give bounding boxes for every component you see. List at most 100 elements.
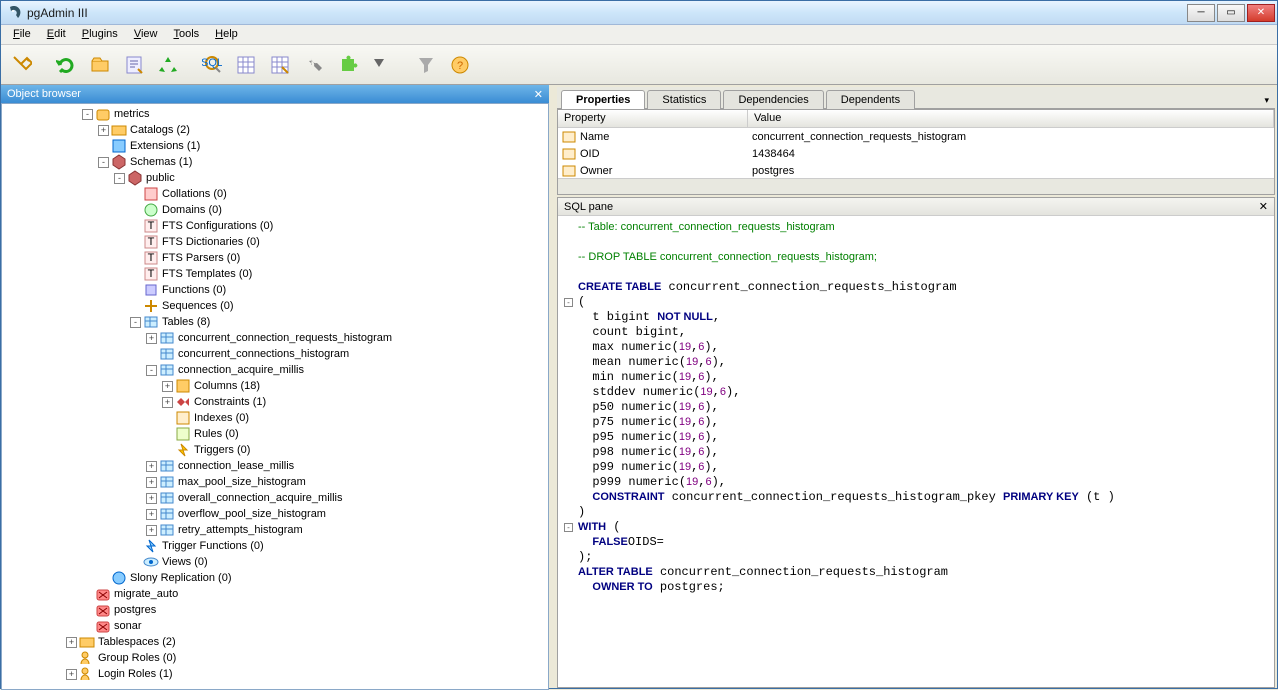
expand-icon[interactable]: - [114, 173, 125, 184]
script-icon[interactable] [119, 50, 149, 80]
tree-node[interactable]: +max_pool_size_histogram [2, 474, 548, 490]
tree-node[interactable]: Indexes (0) [2, 410, 548, 426]
expand-icon[interactable]: + [146, 333, 157, 344]
tree-node[interactable]: + retry_attempts_histogram [2, 522, 548, 538]
expand-icon[interactable]: - [82, 109, 93, 120]
expand-icon [130, 221, 141, 232]
sql-pane-close-icon[interactable]: ✕ [1259, 200, 1268, 213]
expand-icon[interactable]: - [146, 365, 157, 376]
menu-plugins[interactable]: Plugins [74, 25, 126, 44]
tree-node[interactable]: -connection_acquire_millis [2, 362, 548, 378]
close-button[interactable]: ✕ [1247, 4, 1275, 22]
tree-node[interactable]: +concurrent_connection_requests_histogra… [2, 330, 548, 346]
tree-node[interactable]: TFTS Parsers (0) [2, 250, 548, 266]
properties-scrollbar[interactable] [558, 178, 1274, 194]
menu-edit[interactable]: Edit [39, 25, 74, 44]
tree-node[interactable]: Sequences (0) [2, 298, 548, 314]
object-browser-header: Object browser ✕ [1, 85, 549, 103]
open-icon[interactable] [85, 50, 115, 80]
tree-node[interactable]: +overall_connection_acquire_millis [2, 490, 548, 506]
tree-node-label: public [146, 172, 175, 184]
title-bar: pgAdmin III ─ ▭ ✕ [1, 1, 1277, 25]
tree-node[interactable]: Domains (0) [2, 202, 548, 218]
tree-node[interactable]: Functions (0) [2, 282, 548, 298]
tree-node[interactable]: TFTS Dictionaries (0) [2, 234, 548, 250]
tab-dependencies[interactable]: Dependencies [723, 90, 823, 109]
expand-icon[interactable]: + [146, 461, 157, 472]
tree-node[interactable]: -metrics [2, 106, 548, 122]
tab-dependents[interactable]: Dependents [826, 90, 915, 109]
svg-text:?: ? [457, 60, 463, 72]
property-row[interactable]: Nameconcurrent_connection_requests_histo… [558, 128, 1274, 145]
tab-options-icon[interactable]: ▾ [1258, 93, 1275, 108]
tab-properties[interactable]: Properties [561, 90, 645, 109]
expand-icon [130, 269, 141, 280]
tree-node[interactable]: migrate_auto [2, 586, 548, 602]
menu-tools[interactable]: Tools [165, 25, 207, 44]
property-row[interactable]: Ownerpostgres [558, 162, 1274, 178]
tree-node[interactable]: Collations (0) [2, 186, 548, 202]
tree-node[interactable]: +overflow_pool_size_histogram [2, 506, 548, 522]
expand-icon[interactable]: + [146, 477, 157, 488]
tree-node[interactable]: Rules (0) [2, 426, 548, 442]
tree-node-label: Tablespaces (2) [98, 636, 176, 648]
menu-file[interactable]: File [5, 25, 39, 44]
dropdown-icon[interactable] [367, 50, 397, 80]
menu-help[interactable]: Help [207, 25, 246, 44]
tree-node[interactable]: +connection_lease_millis [2, 458, 548, 474]
expand-icon [130, 237, 141, 248]
expand-icon[interactable]: + [98, 125, 109, 136]
tree-node[interactable]: sonar [2, 618, 548, 634]
tree-node[interactable]: TFTS Configurations (0) [2, 218, 548, 234]
expand-icon[interactable]: - [98, 157, 109, 168]
tree-node[interactable]: +Login Roles (1) [2, 666, 548, 682]
tree-node[interactable]: -Tables (8) [2, 314, 548, 330]
sql-icon[interactable]: SQL [197, 50, 227, 80]
expand-icon[interactable]: + [146, 525, 157, 536]
tab-statistics[interactable]: Statistics [647, 90, 721, 109]
sql-pane-body[interactable]: -- Table: concurrent_connection_requests… [558, 216, 1274, 687]
tree-node[interactable]: -Schemas (1) [2, 154, 548, 170]
tree-node[interactable]: - public [2, 170, 548, 186]
refresh-icon[interactable] [51, 50, 81, 80]
grid-icon[interactable] [231, 50, 261, 80]
expand-icon[interactable]: + [162, 381, 173, 392]
help-icon[interactable]: ? [445, 50, 475, 80]
tree-node[interactable]: Views (0) [2, 554, 548, 570]
expand-icon[interactable]: + [162, 397, 173, 408]
property-value: 1438464 [748, 148, 795, 160]
funnel-icon[interactable] [411, 50, 441, 80]
table-icon [159, 474, 175, 490]
recycle-icon[interactable] [153, 50, 183, 80]
tree-node[interactable]: postgres [2, 602, 548, 618]
grid-filter-icon[interactable] [265, 50, 295, 80]
tree-node[interactable]: TFTS Templates (0) [2, 266, 548, 282]
tree-node[interactable]: concurrent_connections_histogram [2, 346, 548, 362]
tree-node[interactable]: +Catalogs (2) [2, 122, 548, 138]
tree-node[interactable]: + Tablespaces (2) [2, 634, 548, 650]
tree-node[interactable]: Extensions (1) [2, 138, 548, 154]
minimize-button[interactable]: ─ [1187, 4, 1215, 22]
puzzle-icon[interactable] [333, 50, 363, 80]
expand-icon [162, 413, 173, 424]
maximize-button[interactable]: ▭ [1217, 4, 1245, 22]
object-browser-tree[interactable]: -metrics+Catalogs (2) Extensions (1) -Sche… [1, 103, 549, 690]
expand-icon[interactable]: + [146, 493, 157, 504]
tree-node[interactable]: Slony Replication (0) [2, 570, 548, 586]
expand-icon[interactable]: + [66, 669, 77, 680]
tree-node[interactable]: +Columns (18) [2, 378, 548, 394]
tree-node[interactable]: Trigger Functions (0) [2, 538, 548, 554]
tree-node[interactable]: Triggers (0) [2, 442, 548, 458]
plug-icon[interactable] [7, 50, 37, 80]
expand-icon[interactable]: + [66, 637, 77, 648]
tree-node[interactable]: Group Roles (0) [2, 650, 548, 666]
menu-view[interactable]: View [126, 25, 166, 44]
tree-node-label: Extensions (1) [130, 140, 200, 152]
tree-node-label: retry_attempts_histogram [178, 524, 303, 536]
tree-node[interactable]: +Constraints (1) [2, 394, 548, 410]
property-row[interactable]: OID1438464 [558, 145, 1274, 162]
expand-icon[interactable]: + [146, 509, 157, 520]
expand-icon[interactable]: - [130, 317, 141, 328]
wrench-icon[interactable] [299, 50, 329, 80]
object-browser-close-icon[interactable]: ✕ [534, 88, 543, 101]
